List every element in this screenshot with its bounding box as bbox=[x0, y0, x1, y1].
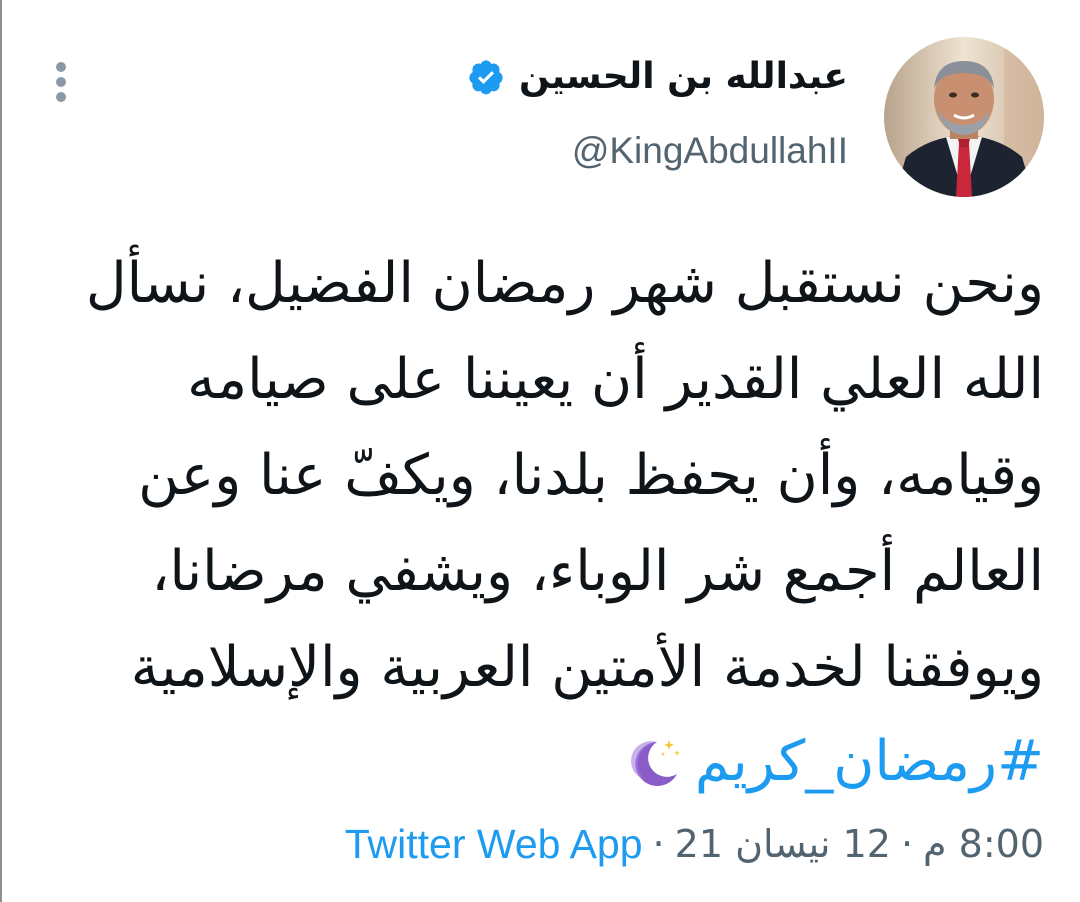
display-name[interactable]: عبدالله بن الحسين bbox=[519, 54, 848, 100]
more-options-dot bbox=[56, 62, 66, 72]
tweet-date[interactable]: 12 نيسان 21 bbox=[675, 818, 891, 870]
tweet-meta: 8:00 م · 12 نيسان 21 · Twitter Web App bbox=[345, 818, 1044, 870]
crescent-moon-icon bbox=[630, 740, 680, 786]
meta-separator: · bbox=[900, 822, 914, 866]
avatar[interactable] bbox=[884, 37, 1044, 197]
tweet-text-line: العالم أجمع شر الوباء، ويشفي مرضانا، bbox=[151, 539, 1044, 604]
more-options-dot bbox=[56, 77, 66, 87]
tweet-text-line: وقيامه، وأن يحفظ بلدنا، ويكفّ عنا وعن bbox=[138, 443, 1044, 508]
more-options-icon[interactable] bbox=[52, 62, 70, 102]
hashtag-row: #رمضان_كريم bbox=[627, 722, 1044, 802]
window-edge bbox=[0, 0, 2, 902]
author-name-row[interactable]: عبدالله بن الحسين bbox=[467, 54, 848, 100]
more-options-dot bbox=[56, 92, 66, 102]
tweet-text: ونحن نستقبل شهر رمضان الفضيل، نسأل الله … bbox=[84, 236, 1044, 716]
avatar-photo bbox=[884, 37, 1044, 197]
verified-badge-icon bbox=[469, 60, 503, 95]
author-handle[interactable]: @KingAbdullahII bbox=[572, 130, 848, 172]
tweet-text-line: الله العلي القدير أن يعيننا على صيامه bbox=[187, 347, 1044, 412]
tweet-text-line: ويوفقنا لخدمة الأمتين العربية والإسلامية bbox=[130, 635, 1044, 700]
hashtag-link[interactable]: #رمضان_كريم bbox=[695, 722, 1044, 802]
tweet-text-line: ونحن نستقبل شهر رمضان الفضيل، نسأل bbox=[85, 251, 1044, 316]
tweet-time[interactable]: 8:00 م bbox=[923, 818, 1044, 870]
meta-separator: · bbox=[652, 822, 665, 866]
tweet-source-link[interactable]: Twitter Web App bbox=[345, 818, 643, 870]
